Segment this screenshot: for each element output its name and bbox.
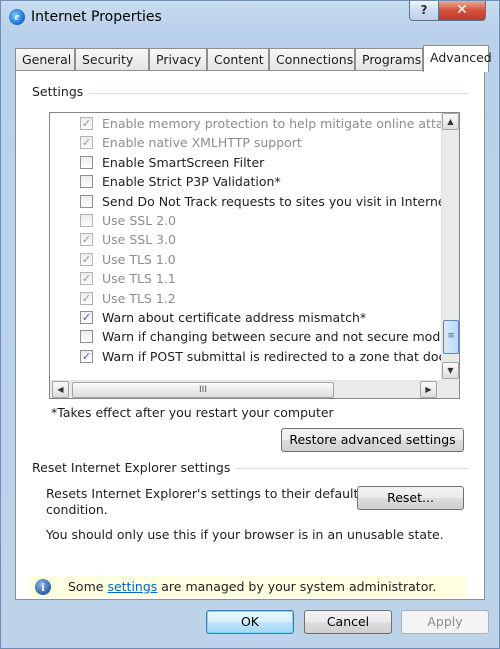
cancel-button[interactable]: Cancel (304, 610, 392, 634)
scroll-right-button[interactable]: ▶ (420, 381, 437, 398)
scrollbar-corner (441, 380, 459, 398)
vertical-scroll-thumb[interactable]: ≡ (443, 320, 459, 354)
info-text-after: are managed by your system administrator… (157, 579, 437, 594)
reset-note: You should only use this if your browser… (46, 527, 444, 542)
settings-group-line (32, 93, 469, 94)
setting-label: Use SSL 2.0 (102, 213, 177, 228)
checkbox-checked[interactable]: ✓ (80, 233, 93, 247)
tab-connections[interactable]: Connections (269, 48, 355, 71)
chevron-down-icon: ▼ (447, 366, 454, 375)
checkbox-checked[interactable]: ✓ (80, 272, 93, 286)
checkmark-icon: ✓ (81, 136, 92, 150)
apply-button[interactable]: Apply (401, 610, 489, 634)
restart-footnote: *Takes effect after you restart your com… (51, 405, 334, 420)
scroll-up-button[interactable]: ▲ (442, 113, 459, 130)
vertical-scrollbar[interactable]: ▲ ≡ ▼ (441, 113, 459, 380)
close-icon: ✕ (456, 2, 468, 18)
info-icon: i (35, 579, 51, 595)
settings-tree[interactable]: ✓ Enable memory protection to help mitiga… (49, 112, 460, 399)
checkbox-unchecked[interactable] (80, 175, 93, 189)
info-text: Some settings are managed by your system… (68, 579, 436, 594)
checkbox-checked[interactable]: ✓ (80, 252, 93, 266)
settings-link[interactable]: settings (107, 579, 157, 594)
internet-properties-dialog: e Internet Properties ? ✕ General Securi… (0, 0, 500, 649)
settings-group-label: Settings (32, 84, 90, 99)
checkmark-icon: ✓ (81, 291, 92, 305)
setting-label: Use TLS 1.0 (102, 251, 176, 267)
setting-label: Use TLS 1.2 (102, 290, 176, 306)
help-button[interactable]: ? (409, 1, 439, 21)
info-text-before: Some (68, 579, 108, 594)
reset-description-line2: condition. (46, 502, 108, 517)
info-bar: i Some settings are managed by your syst… (30, 576, 466, 598)
chevron-left-icon: ◀ (57, 385, 64, 394)
internet-explorer-icon: e (9, 9, 25, 25)
grip-icon: ≡ (447, 331, 455, 341)
setting-label: Use SSL 3.0 (102, 232, 177, 248)
setting-label: Enable native XMLHTTP support (102, 135, 302, 151)
tab-security[interactable]: Security (75, 48, 149, 71)
checkmark-icon: ✓ (81, 117, 92, 130)
checkbox-unchecked[interactable] (80, 214, 93, 227)
checkbox-checked[interactable]: ✓ (80, 136, 93, 150)
close-button[interactable]: ✕ (438, 1, 486, 21)
setting-label: Warn if POST submittal is redirected to … (102, 348, 441, 364)
setting-label: Enable memory protection to help mitigat… (102, 116, 441, 131)
tab-general[interactable]: General (15, 48, 75, 71)
checkmark-icon: ✓ (81, 311, 92, 324)
tab-content[interactable]: Content (207, 48, 269, 71)
title-bar[interactable]: e Internet Properties ? ✕ (1, 1, 499, 33)
setting-label: Enable SmartScreen Filter (102, 154, 265, 170)
setting-label: Use TLS 1.1 (102, 271, 176, 287)
tab-advanced[interactable]: Advanced (423, 45, 492, 72)
reset-description-line1: Resets Internet Explorer's settings to t… (46, 486, 359, 501)
setting-label: Warn about certificate address mismatch* (102, 310, 367, 325)
checkbox-checked[interactable]: ✓ (80, 311, 93, 324)
chevron-right-icon: ▶ (425, 385, 432, 394)
checkbox-unchecked[interactable] (80, 330, 93, 344)
checkmark-icon: ✓ (81, 252, 92, 266)
checkbox-checked[interactable]: ✓ (80, 117, 93, 130)
checkbox-checked[interactable]: ✓ (80, 349, 93, 363)
reset-group-label: Reset Internet Explorer settings (32, 460, 237, 475)
reset-button[interactable]: Reset... (357, 486, 464, 510)
ok-button[interactable]: OK (206, 610, 294, 634)
checkbox-unchecked[interactable] (80, 155, 93, 169)
checkmark-icon: ✓ (81, 272, 92, 286)
settings-list: ✓ Enable memory protection to help mitiga… (50, 113, 441, 380)
checkbox-unchecked[interactable] (80, 194, 93, 208)
setting-label: Warn if changing between secure and not … (102, 329, 441, 345)
checkbox-checked[interactable]: ✓ (80, 291, 93, 305)
grip-icon: III (199, 385, 207, 395)
tab-programs[interactable]: Programs (355, 48, 423, 71)
tab-privacy[interactable]: Privacy (149, 48, 207, 71)
checkmark-icon: ✓ (81, 349, 92, 363)
restore-advanced-settings-button[interactable]: Restore advanced settings (281, 428, 464, 452)
checkmark-icon: ✓ (81, 233, 92, 247)
horizontal-scroll-thumb[interactable]: III (72, 382, 334, 398)
scroll-left-button[interactable]: ◀ (52, 381, 69, 398)
scroll-down-button[interactable]: ▼ (442, 362, 459, 379)
setting-label: Send Do Not Track requests to sites you … (102, 193, 441, 209)
advanced-tab-panel: Settings ✓ Enable memory protection to he… (15, 70, 485, 600)
setting-label: Enable Strict P3P Validation* (102, 174, 281, 190)
horizontal-scrollbar[interactable]: ◀ III ▶ (50, 380, 441, 398)
window-title: Internet Properties (31, 9, 162, 25)
chevron-up-icon: ▲ (447, 117, 454, 126)
